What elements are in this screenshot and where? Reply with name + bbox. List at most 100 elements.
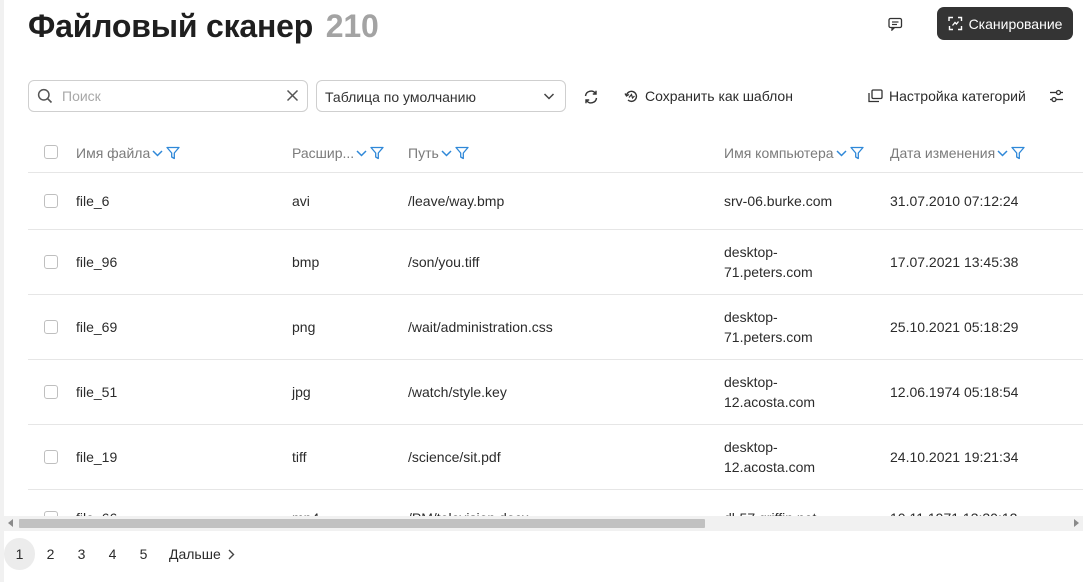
column-label: Путь [408,145,439,161]
horizontal-scrollbar[interactable] [4,516,1083,531]
search-icon [37,88,53,104]
search-input[interactable] [62,87,272,105]
cell-filename: file_51 [76,384,118,400]
scroll-right-arrow[interactable] [1074,519,1079,527]
cell-extension: avi [292,193,310,209]
table-row[interactable]: file_51 jpg /watch/style.key desktop- 12… [28,360,1083,425]
computer-line: 71.peters.com [724,329,813,345]
cell-extension: tiff [292,449,307,465]
comment-icon [887,17,902,31]
cell-modified: 31.07.2010 07:12:24 [890,193,1019,209]
page-3-button[interactable]: 3 [66,538,97,570]
sort-chevron-icon[interactable] [836,149,847,158]
column-header-path[interactable]: Путь [408,145,469,161]
cell-path: /science/sit.pdf [408,449,501,465]
computer-line: dl-57.griffin.net [724,508,816,516]
row-checkbox[interactable] [44,385,58,399]
file-count: 210 [325,8,379,44]
table-row[interactable]: file_6 avi /leave/way.bmp srv-06.burke.c… [28,173,1083,230]
computer-line: 12.acosta.com [724,394,816,410]
cell-path: /son/you.tiff [408,254,480,270]
row-checkbox[interactable] [44,255,58,269]
filter-icon[interactable] [1011,146,1025,160]
table-row[interactable]: file_96 bmp /son/you.tiff desktop- 71.pe… [28,230,1083,295]
computer-line: desktop- [724,244,778,260]
column-header-extension[interactable]: Расшир... [292,145,384,161]
scan-button-label: Сканирование [968,15,1063,32]
sliders-icon [1049,89,1063,103]
filter-icon[interactable] [455,146,469,160]
category-settings-button[interactable]: Настройка категорий [868,88,1026,104]
file-table: Имя файла Расшир... Путь Имя компьютера … [28,133,1083,516]
column-header-filename[interactable]: Имя файла [76,145,180,161]
search-box[interactable] [28,80,308,112]
page-1-button[interactable]: 1 [4,538,35,570]
cell-filename: file_66 [76,508,117,516]
row-checkbox[interactable] [44,450,58,464]
column-header-computer[interactable]: Имя компьютера [724,145,864,161]
sort-chevron-icon[interactable] [356,149,367,158]
computer-line: desktop- [724,309,778,325]
cell-computer: desktop- 12.acosta.com [724,372,815,412]
chevron-right-icon [228,549,235,559]
column-label: Расшир... [292,145,355,161]
scan-button[interactable]: Сканирование [937,7,1073,40]
sort-chevron-icon[interactable] [441,149,452,158]
cell-computer: desktop- 71.peters.com [724,242,813,282]
cell-extension: bmp [292,254,320,270]
cell-path: /wait/administration.css [408,319,553,335]
cell-filename: file_19 [76,449,118,465]
page-5-button[interactable]: 5 [128,538,159,570]
category-settings-icon [868,89,883,103]
column-header-modified[interactable]: Дата изменения [890,145,1025,161]
page-2-button[interactable]: 2 [35,538,66,570]
pagination: 1 2 3 4 5 Дальше [4,538,235,570]
cell-path: /watch/style.key [408,384,507,400]
select-all-checkbox[interactable] [44,145,58,159]
filter-icon[interactable] [849,146,864,160]
cell-extension: mp4 [292,508,319,516]
comment-button[interactable] [882,13,908,35]
page-title-text: Файловый сканер [28,8,314,44]
scroll-left-arrow[interactable] [8,519,13,527]
column-label: Имя файла [76,145,151,161]
cell-modified: 12.06.1974 05:18:54 [890,384,1019,400]
clear-icon[interactable] [286,89,299,102]
sort-chevron-icon[interactable] [152,149,163,158]
table-header: Имя файла Расшир... Путь Имя компьютера … [28,133,1083,173]
filter-icon[interactable] [370,146,384,160]
computer-line: 71.peters.com [724,264,813,280]
cell-path: /PM/television.docx [408,508,529,516]
column-settings-button[interactable] [1045,85,1067,107]
page-4-button[interactable]: 4 [97,538,128,570]
save-template-icon [624,90,638,102]
cell-modified: 17.07.2021 13:45:38 [890,254,1019,270]
filter-icon[interactable] [166,146,180,160]
save-template-label: Сохранить как шаблон [645,88,793,104]
row-checkbox[interactable] [44,320,58,334]
row-checkbox[interactable] [44,194,58,208]
table-row[interactable]: file_66 mp4 /PM/television.docx dl-57.gr… [28,490,1083,516]
cell-filename: file_6 [76,193,110,209]
save-template-button[interactable]: Сохранить как шаблон [624,88,793,104]
table-row[interactable]: file_19 tiff /science/sit.pdf desktop- 1… [28,425,1083,490]
chevron-down-icon [543,93,555,100]
next-page-button[interactable]: Дальше [169,546,235,562]
next-page-label: Дальше [169,546,221,562]
cell-extension: png [292,319,316,335]
cell-extension: jpg [292,384,311,400]
left-edge [0,0,4,582]
cell-modified: 24.10.2021 19:21:34 [890,449,1019,465]
cell-computer: desktop- 71.peters.com [724,307,813,347]
scrollbar-thumb[interactable] [19,519,705,528]
sort-chevron-icon[interactable] [997,149,1008,158]
computer-line: 12.acosta.com [724,459,816,475]
table-row[interactable]: file_69 png /wait/administration.css des… [28,295,1083,360]
refresh-button[interactable] [580,86,602,108]
computer-line: desktop- [724,374,778,390]
page-title: Файловый сканер 210 [28,8,379,45]
view-select[interactable]: Таблица по умолчанию [316,80,566,112]
cell-filename: file_69 [76,319,118,335]
computer-line: desktop- [724,439,778,455]
cell-modified: 10.11.1971 13:30:12 [890,508,1017,516]
